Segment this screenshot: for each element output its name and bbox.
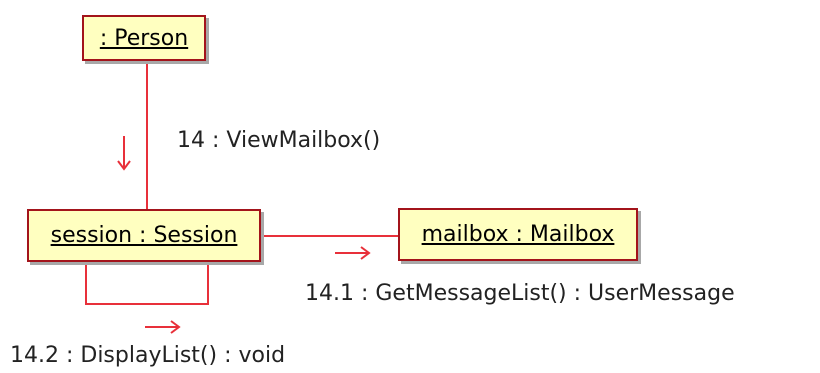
message-14-1-arrow: [335, 246, 371, 260]
message-14-arrow: [117, 136, 131, 171]
object-session[interactable]: session : Session: [27, 209, 261, 262]
message-14-2-label: 14.2 : DisplayList() : void: [10, 343, 286, 368]
object-person[interactable]: : Person: [82, 15, 206, 61]
communication-diagram: : Person session : Session mailbox : Mai…: [0, 0, 820, 373]
message-14-2-arrow: [145, 320, 181, 334]
object-mailbox[interactable]: mailbox : Mailbox: [398, 208, 638, 261]
message-14-label: 14 : ViewMailbox(): [177, 128, 381, 153]
self-link-session: [85, 262, 209, 305]
message-14-1-label: 14.1 : GetMessageList() : UserMessage: [305, 281, 735, 306]
